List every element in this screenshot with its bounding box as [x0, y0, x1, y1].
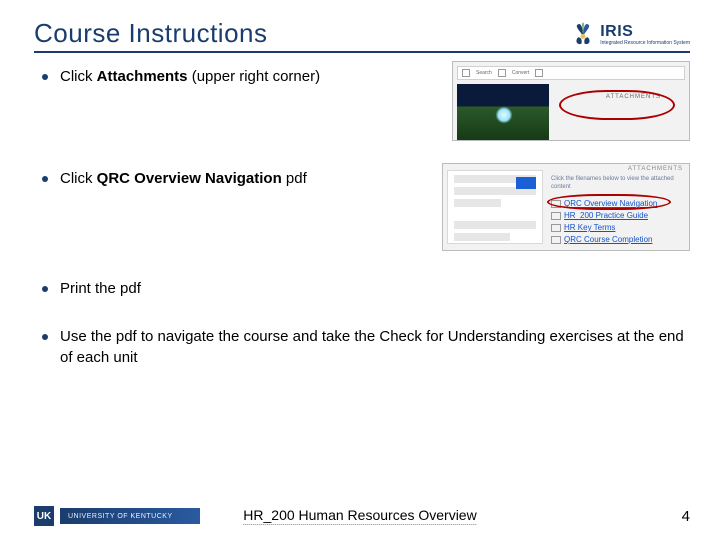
highlight-oval-icon	[559, 90, 675, 120]
iris-logo-sub: Integrated Resource Information System	[600, 41, 690, 46]
attachments-screenshot: SearchConvert ATTACHMENTS	[452, 61, 690, 141]
bullet-item: Click Attachments (upper right corner) S…	[34, 67, 690, 141]
attachments-header: ATTACHMENTS	[628, 166, 683, 172]
bullet-item: Print the pdf	[34, 279, 690, 299]
iris-logo: IRIS Integrated Resource Information Sys…	[570, 21, 690, 49]
page-number: 4	[682, 508, 690, 525]
bullet-item: Use the pdf to navigate the course and t…	[34, 327, 690, 368]
link-item: QRC Course Completion	[551, 234, 683, 246]
footer-course-title: HR_200 Human Resources Overview	[243, 507, 476, 525]
bullet-icon	[42, 286, 48, 292]
file-icon	[551, 236, 561, 244]
panel-mock	[447, 170, 543, 244]
page-title: Course Instructions	[34, 18, 267, 49]
attachments-info: Click the filenames below to view the at…	[551, 176, 683, 192]
uk-logo: UK UNIVERSITY OF KENTUCKY	[34, 506, 200, 526]
photo-mock	[457, 84, 549, 140]
link-item: HR_200 Practice Guide	[551, 210, 683, 222]
iris-flower-icon	[570, 21, 596, 47]
instruction-list: Click Attachments (upper right corner) S…	[34, 67, 690, 368]
bullet-text: Click QRC Overview Navigation pdf	[60, 169, 430, 189]
title-row: Course Instructions IRIS Integrated Reso…	[34, 18, 690, 53]
bullet-icon	[42, 334, 48, 340]
uk-badge: UK	[34, 506, 54, 526]
iris-logo-text: IRIS	[600, 23, 633, 40]
bullet-text: Use the pdf to navigate the course and t…	[60, 327, 690, 368]
bullet-text: Click Attachments (upper right corner)	[60, 67, 440, 87]
highlight-oval-icon	[547, 194, 671, 210]
bullet-icon	[42, 176, 48, 182]
link-item: HR Key Terms	[551, 222, 683, 234]
file-icon	[551, 212, 561, 220]
file-icon	[551, 224, 561, 232]
bullet-text: Print the pdf	[60, 279, 690, 299]
toolbar-mock: SearchConvert	[457, 66, 685, 80]
uk-text: UNIVERSITY OF KENTUCKY	[60, 508, 200, 524]
bullet-item: Click QRC Overview Navigation pdf ATTACH…	[34, 169, 690, 251]
footer: UK UNIVERSITY OF KENTUCKY HR_200 Human R…	[0, 506, 720, 526]
bullet-icon	[42, 74, 48, 80]
qrc-screenshot: ATTACHMENTS Click the filenames below to…	[442, 163, 690, 251]
